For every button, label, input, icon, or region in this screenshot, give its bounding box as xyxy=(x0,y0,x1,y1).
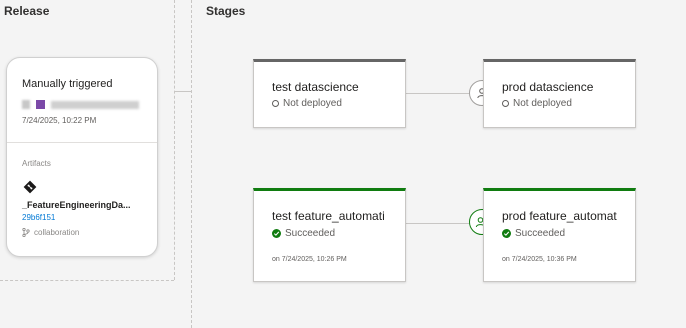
release-area-bottom xyxy=(0,280,174,281)
release-to-stages-connector xyxy=(175,91,191,92)
stage-name: prod feature_automat xyxy=(502,209,617,223)
connector-test-prod-datascience xyxy=(406,93,470,94)
stages-section-title: Stages xyxy=(206,4,246,18)
success-check-icon xyxy=(272,229,281,238)
release-card[interactable]: Manually triggered 7/24/2025, 10:22 PM A… xyxy=(6,57,158,257)
artifact-name[interactable]: _FeatureEngineeringDa... xyxy=(22,200,131,210)
success-check-icon xyxy=(502,229,511,238)
stage-name: test datascience xyxy=(272,80,359,94)
stage-test-datascience[interactable]: test datascience Not deployed xyxy=(253,59,406,128)
stage-prod-datascience[interactable]: prod datascience Not deployed xyxy=(483,59,636,128)
artifact-commit-link[interactable]: 29b6f151 xyxy=(22,213,55,222)
not-deployed-icon xyxy=(272,100,279,107)
stage-status-label: Succeeded xyxy=(285,228,336,239)
release-area-divider xyxy=(174,0,175,280)
release-trigger-area: Manually triggered 7/24/2025, 10:22 PM xyxy=(7,58,157,143)
release-pipeline-canvas: Release Stages Manually triggered 7/24/2… xyxy=(0,0,686,328)
release-triggered-by xyxy=(22,100,142,110)
stage-status: Not deployed xyxy=(502,98,572,109)
user-name-redacted xyxy=(51,101,139,109)
release-trigger-label: Manually triggered xyxy=(22,78,113,90)
stage-status: Succeeded xyxy=(502,228,565,239)
stage-status-label: Not deployed xyxy=(283,98,342,109)
stage-status: Succeeded xyxy=(272,228,335,239)
user-avatar xyxy=(22,100,30,109)
stage-status-label: Not deployed xyxy=(513,98,572,109)
stage-deploy-time: on 7/24/2025, 10:36 PM xyxy=(502,256,577,263)
release-date: 7/24/2025, 10:22 PM xyxy=(22,116,97,125)
artifact-branch: collaboration xyxy=(22,228,79,237)
connector-test-prod-feature xyxy=(406,223,470,224)
git-diamond-icon xyxy=(23,180,37,194)
artifacts-label: Artifacts xyxy=(22,159,51,168)
stage-name: test feature_automati xyxy=(272,209,385,223)
stages-area-divider xyxy=(191,0,192,328)
stage-prod-feature-automation[interactable]: prod feature_automat Succeeded on 7/24/2… xyxy=(483,188,636,282)
branch-name: collaboration xyxy=(34,228,80,237)
stage-deploy-time: on 7/24/2025, 10:26 PM xyxy=(272,256,347,263)
not-deployed-icon xyxy=(502,100,509,107)
stage-status: Not deployed xyxy=(272,98,342,109)
stage-status-label: Succeeded xyxy=(515,228,566,239)
stage-test-feature-automation[interactable]: test feature_automati Succeeded on 7/24/… xyxy=(253,188,406,282)
user-badge-icon xyxy=(36,100,45,109)
branch-icon xyxy=(22,228,30,237)
release-section-title: Release xyxy=(4,4,50,18)
stage-name: prod datascience xyxy=(502,80,594,94)
